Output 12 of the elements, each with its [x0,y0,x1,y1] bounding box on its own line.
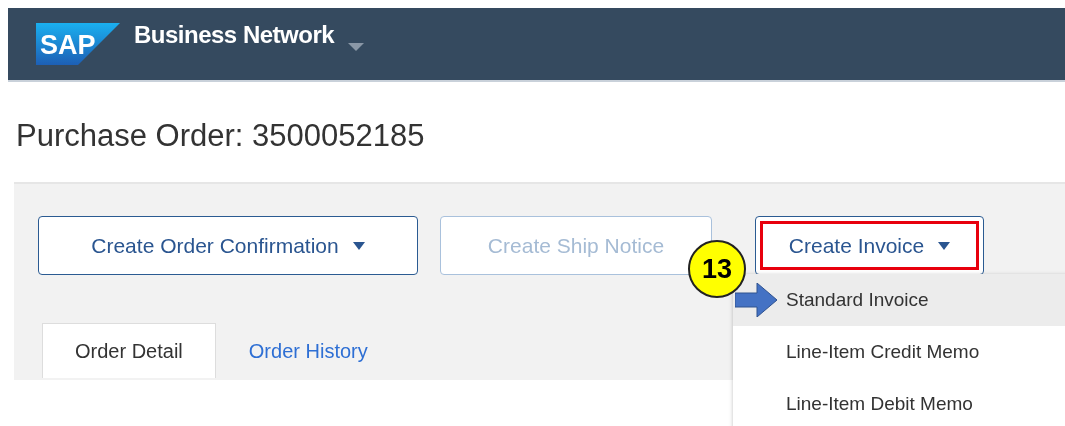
caret-icon[interactable] [348,43,365,51]
action-button[interactable]: Create Order Confirmation [38,216,418,275]
tab[interactable]: Order History [215,323,401,378]
app-title[interactable]: Business Network [134,21,335,49]
arrow-icon [735,283,777,317]
tab[interactable]: Order Detail [42,323,216,378]
sap-logo: SAP [36,23,120,65]
caret-icon [352,241,365,250]
action-button[interactable]: Create Invoice [755,216,984,275]
caret-icon [938,241,951,250]
menu-item[interactable]: Standard Invoice [733,274,1065,326]
page-title: Purchase Order: 3500052185 [16,118,426,155]
